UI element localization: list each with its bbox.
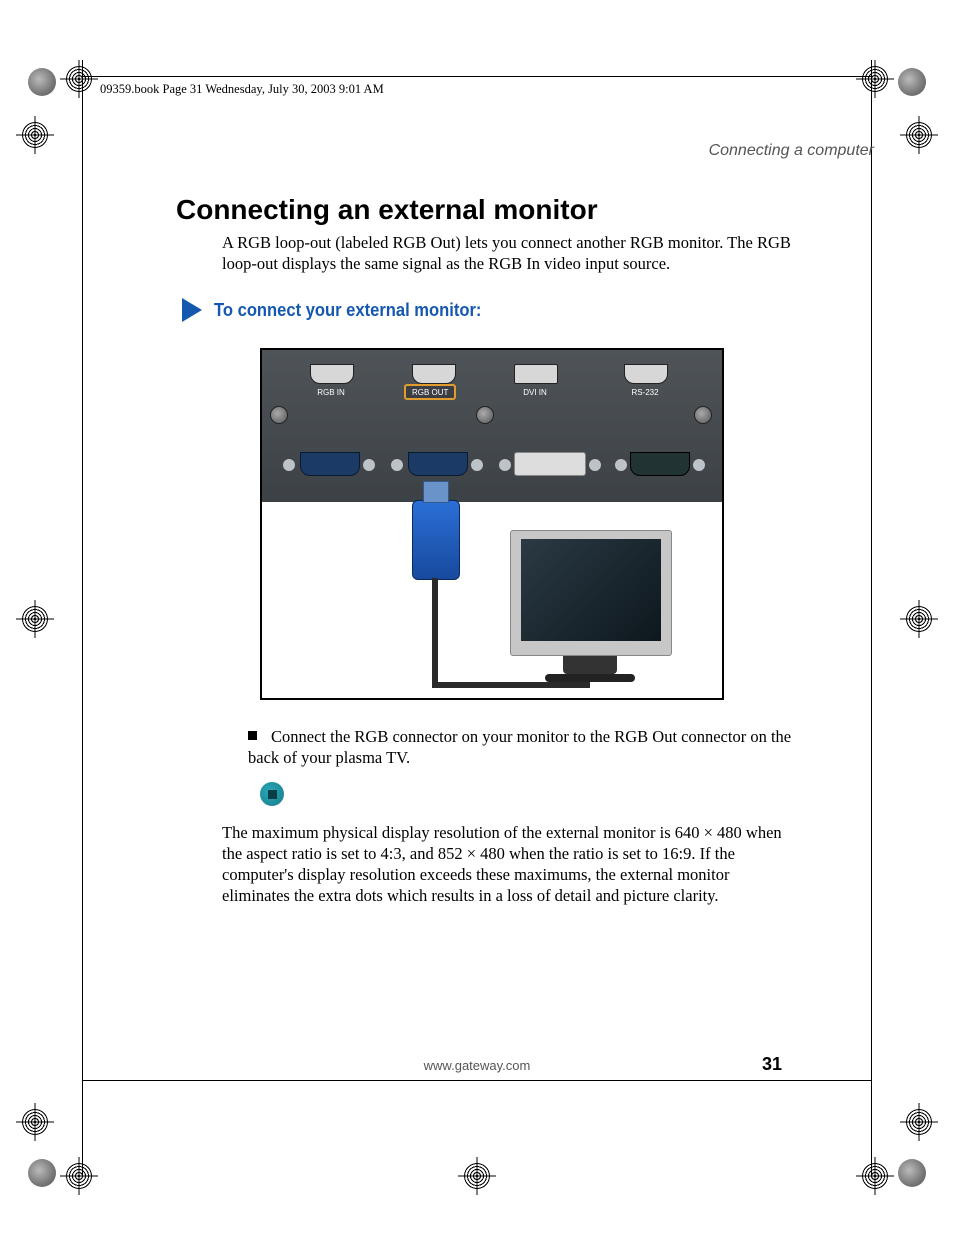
procedure-heading-row: To connect your external monitor: xyxy=(182,298,505,322)
port-icon xyxy=(514,364,558,384)
vga-connector xyxy=(412,500,460,580)
crop-line-top xyxy=(82,76,872,77)
registration-mark xyxy=(906,1109,932,1135)
registration-mark xyxy=(22,1109,48,1135)
thumbscrew xyxy=(282,458,296,472)
page-title: Connecting an external monitor xyxy=(176,194,598,226)
monitor-bezel xyxy=(510,530,672,656)
bullet-square-icon xyxy=(248,731,257,740)
step-bullet: Connect the RGB connector on your monito… xyxy=(248,726,796,768)
corner-blob xyxy=(898,68,926,96)
thumbscrew xyxy=(614,458,628,472)
corner-blob xyxy=(28,1159,56,1187)
registration-mark xyxy=(22,122,48,148)
monitor-stand xyxy=(563,656,617,674)
thumbscrew xyxy=(588,458,602,472)
registration-mark xyxy=(906,606,932,632)
thumbscrew xyxy=(470,458,484,472)
procedure-heading: To connect your external monitor: xyxy=(214,300,481,321)
thumbscrew xyxy=(390,458,404,472)
external-monitor xyxy=(510,530,670,680)
intro-paragraph: A RGB loop-out (labeled RGB Out) lets yo… xyxy=(222,232,794,274)
registration-mark xyxy=(862,1163,888,1189)
port-label-rs232: RS-232 xyxy=(610,388,680,397)
port-icon xyxy=(310,364,354,384)
registration-mark xyxy=(66,1163,92,1189)
monitor-screen xyxy=(521,539,661,641)
dvi-port xyxy=(514,452,586,476)
crop-line-left xyxy=(82,60,83,1175)
registration-mark xyxy=(862,66,888,92)
registration-mark xyxy=(464,1163,490,1189)
end-of-procedure-icon xyxy=(260,782,284,806)
monitor-base xyxy=(545,674,635,682)
footer-url: www.gateway.com xyxy=(0,1058,954,1073)
thumbscrew xyxy=(692,458,706,472)
step-text: Connect the RGB connector on your monito… xyxy=(248,727,791,767)
tv-back-panel: RGB IN RGB OUT DVI IN RS-232 xyxy=(262,350,722,502)
registration-mark xyxy=(66,66,92,92)
port-icon xyxy=(412,364,456,384)
vga-port xyxy=(408,452,468,476)
vga-port xyxy=(300,452,360,476)
corner-blob xyxy=(898,1159,926,1187)
registration-mark xyxy=(22,606,48,632)
thumbscrew xyxy=(362,458,376,472)
thumbscrew xyxy=(498,458,512,472)
note-paragraph: The maximum physical display resolution … xyxy=(222,822,794,906)
cable-vertical xyxy=(432,578,438,686)
panel-screw xyxy=(694,406,712,424)
port-icon xyxy=(624,364,668,384)
rs232-port xyxy=(630,452,690,476)
crop-line-bottom xyxy=(82,1080,872,1081)
cable-horizontal xyxy=(432,682,590,688)
port-label-rgb-out-highlight: RGB OUT xyxy=(404,384,456,400)
port-label-dvi-in: DVI IN xyxy=(500,388,570,397)
panel-screw xyxy=(476,406,494,424)
stop-square-icon xyxy=(268,790,277,799)
port-label-rgb-in: RGB IN xyxy=(296,388,366,397)
page-number: 31 xyxy=(762,1054,782,1075)
play-icon xyxy=(182,298,202,322)
registration-mark xyxy=(906,122,932,148)
crop-line-right xyxy=(871,60,872,1175)
corner-blob xyxy=(28,68,56,96)
running-head: 09359.book Page 31 Wednesday, July 30, 2… xyxy=(100,82,384,97)
connection-diagram: RGB IN RGB OUT DVI IN RS-232 xyxy=(260,348,724,700)
panel-screw xyxy=(270,406,288,424)
section-header: Connecting a computer xyxy=(709,142,874,160)
